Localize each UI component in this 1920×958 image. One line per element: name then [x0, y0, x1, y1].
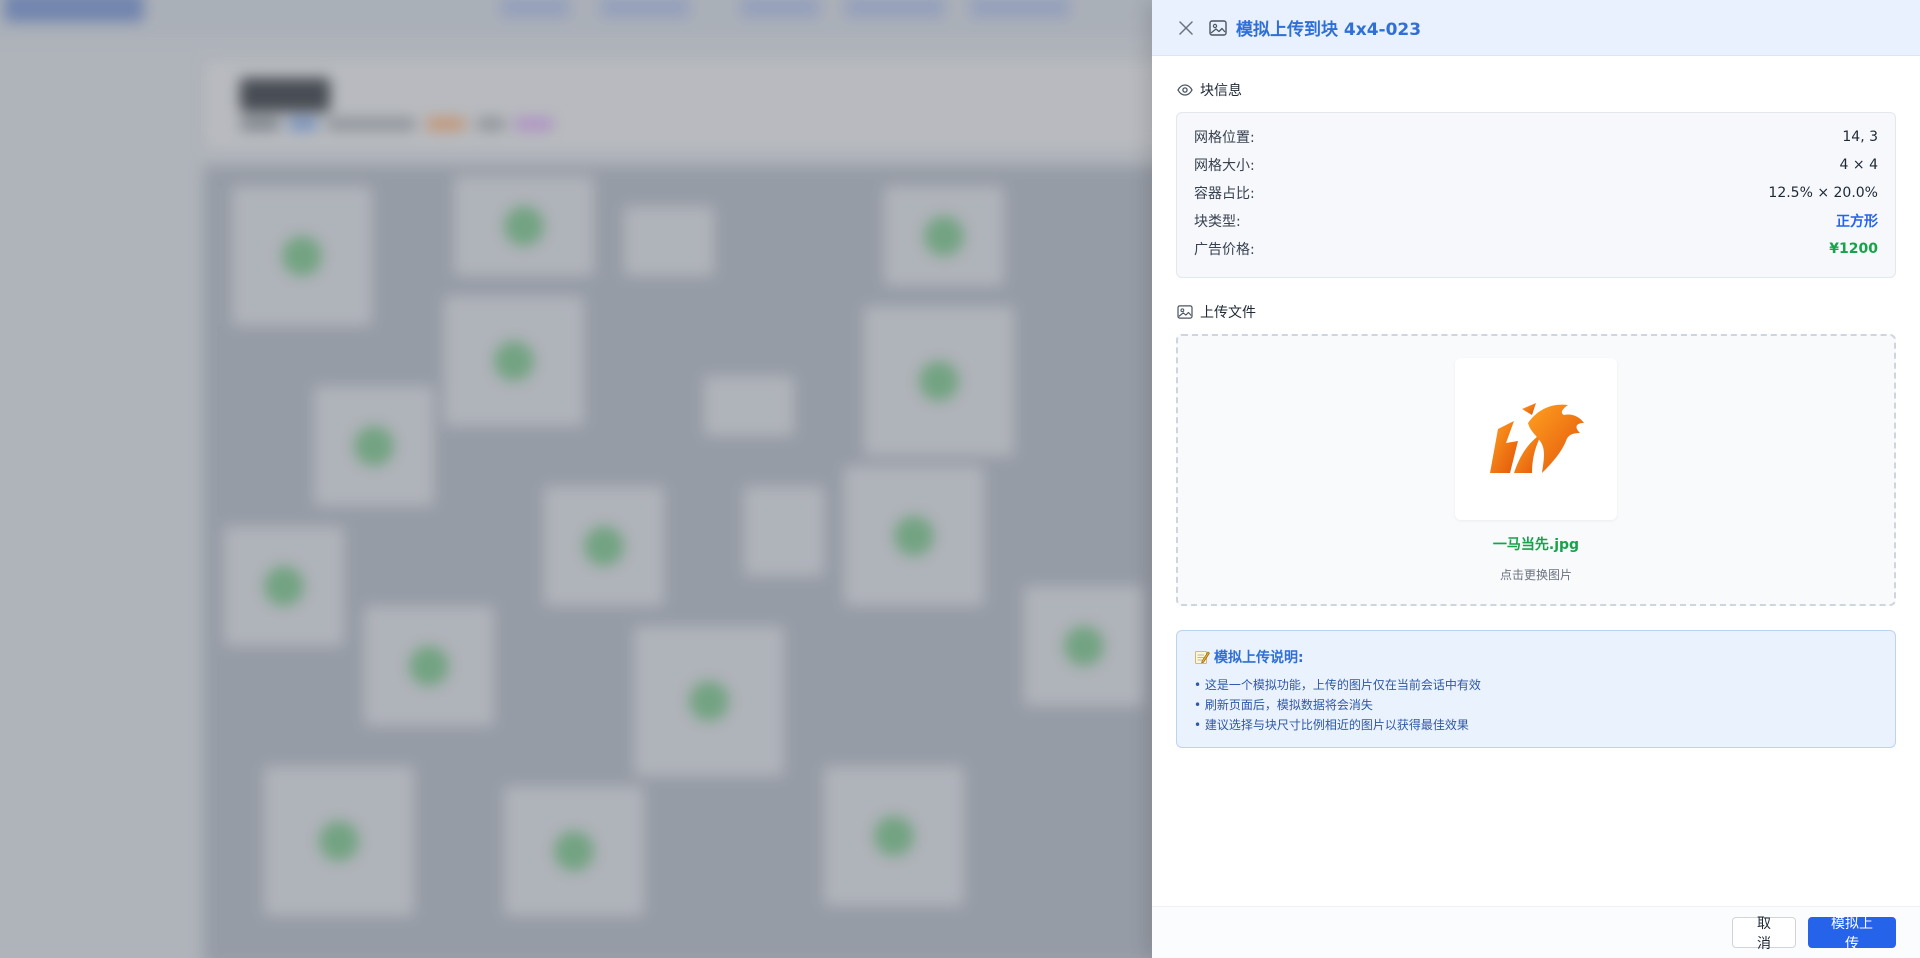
cancel-button[interactable]: 取 消	[1732, 916, 1796, 952]
simulation-note-box: 模拟上传说明: • 这是一个模拟功能，上传的图片仅在当前会话中有效 • 刷新页面…	[1176, 630, 1896, 748]
note-item: • 这是一个模拟功能，上传的图片仅在当前会话中有效	[1194, 678, 1481, 692]
info-key: 块类型:	[1194, 214, 1241, 230]
info-key: 广告价格:	[1194, 242, 1255, 258]
modal-overlay[interactable]	[0, 0, 1152, 958]
note-item: • 刷新页面后，模拟数据将会消失	[1194, 698, 1373, 712]
info-key: 网格大小:	[1194, 158, 1255, 174]
note-item: • 建议选择与块尺寸比例相近的图片以获得最佳效果	[1194, 718, 1469, 732]
info-value: 12.5% × 20.0%	[1768, 185, 1878, 201]
info-key: 网格位置:	[1194, 130, 1255, 146]
info-row-grid-size: 网格大小: 4 × 4	[1194, 151, 1878, 179]
note-title: 模拟上传说明:	[1194, 647, 1878, 667]
change-image-hint[interactable]: 点击更换图片	[1500, 566, 1572, 583]
info-row-container-ratio: 容器占比: 12.5% × 20.0%	[1194, 179, 1878, 207]
drawer-footer: 取 消 模拟上传	[1152, 906, 1920, 958]
block-info-heading: 块信息	[1176, 80, 1896, 100]
upload-heading: 上传文件	[1176, 302, 1896, 322]
note-title-text: 模拟上传说明:	[1214, 650, 1304, 666]
close-button[interactable]	[1176, 18, 1196, 38]
drawer-header: 模拟上传到块 4x4-023	[1152, 0, 1920, 56]
block-type-value: 正方形	[1836, 214, 1878, 230]
info-value: 4 × 4	[1839, 157, 1878, 173]
eye-icon	[1176, 81, 1194, 99]
upload-dropzone[interactable]: 一马当先.jpg 点击更换图片	[1176, 334, 1896, 606]
info-value: 14, 3	[1842, 129, 1878, 145]
uploaded-file-name: 一马当先.jpg	[1492, 537, 1580, 553]
simulate-upload-button[interactable]: 模拟上传	[1808, 916, 1896, 952]
info-row-block-type: 块类型: 正方形	[1194, 207, 1878, 235]
info-row-grid-position: 网格位置: 14, 3	[1194, 123, 1878, 151]
background-page	[0, 0, 1152, 958]
upload-drawer: 模拟上传到块 4x4-023 块信息 网格位置: 14, 3 网格大小: 4 ×…	[1152, 0, 1920, 958]
memo-icon	[1194, 649, 1210, 665]
drawer-body: 块信息 网格位置: 14, 3 网格大小: 4 × 4 容器占比: 12.5% …	[1152, 56, 1920, 748]
info-key: 容器占比:	[1194, 186, 1255, 202]
image-icon	[1176, 303, 1194, 321]
uploaded-image-preview	[1455, 358, 1617, 520]
horse-logo-image	[1490, 403, 1584, 473]
drawer-title: 模拟上传到块 4x4-023	[1236, 20, 1422, 40]
image-icon	[1208, 18, 1228, 38]
ad-price-value: ¥1200	[1829, 241, 1878, 257]
block-info-label: 块信息	[1200, 83, 1242, 99]
close-icon	[1179, 20, 1193, 35]
upload-label: 上传文件	[1200, 305, 1256, 321]
block-info-box: 网格位置: 14, 3 网格大小: 4 × 4 容器占比: 12.5% × 20…	[1176, 112, 1896, 278]
info-row-ad-price: 广告价格: ¥1200	[1194, 235, 1878, 263]
